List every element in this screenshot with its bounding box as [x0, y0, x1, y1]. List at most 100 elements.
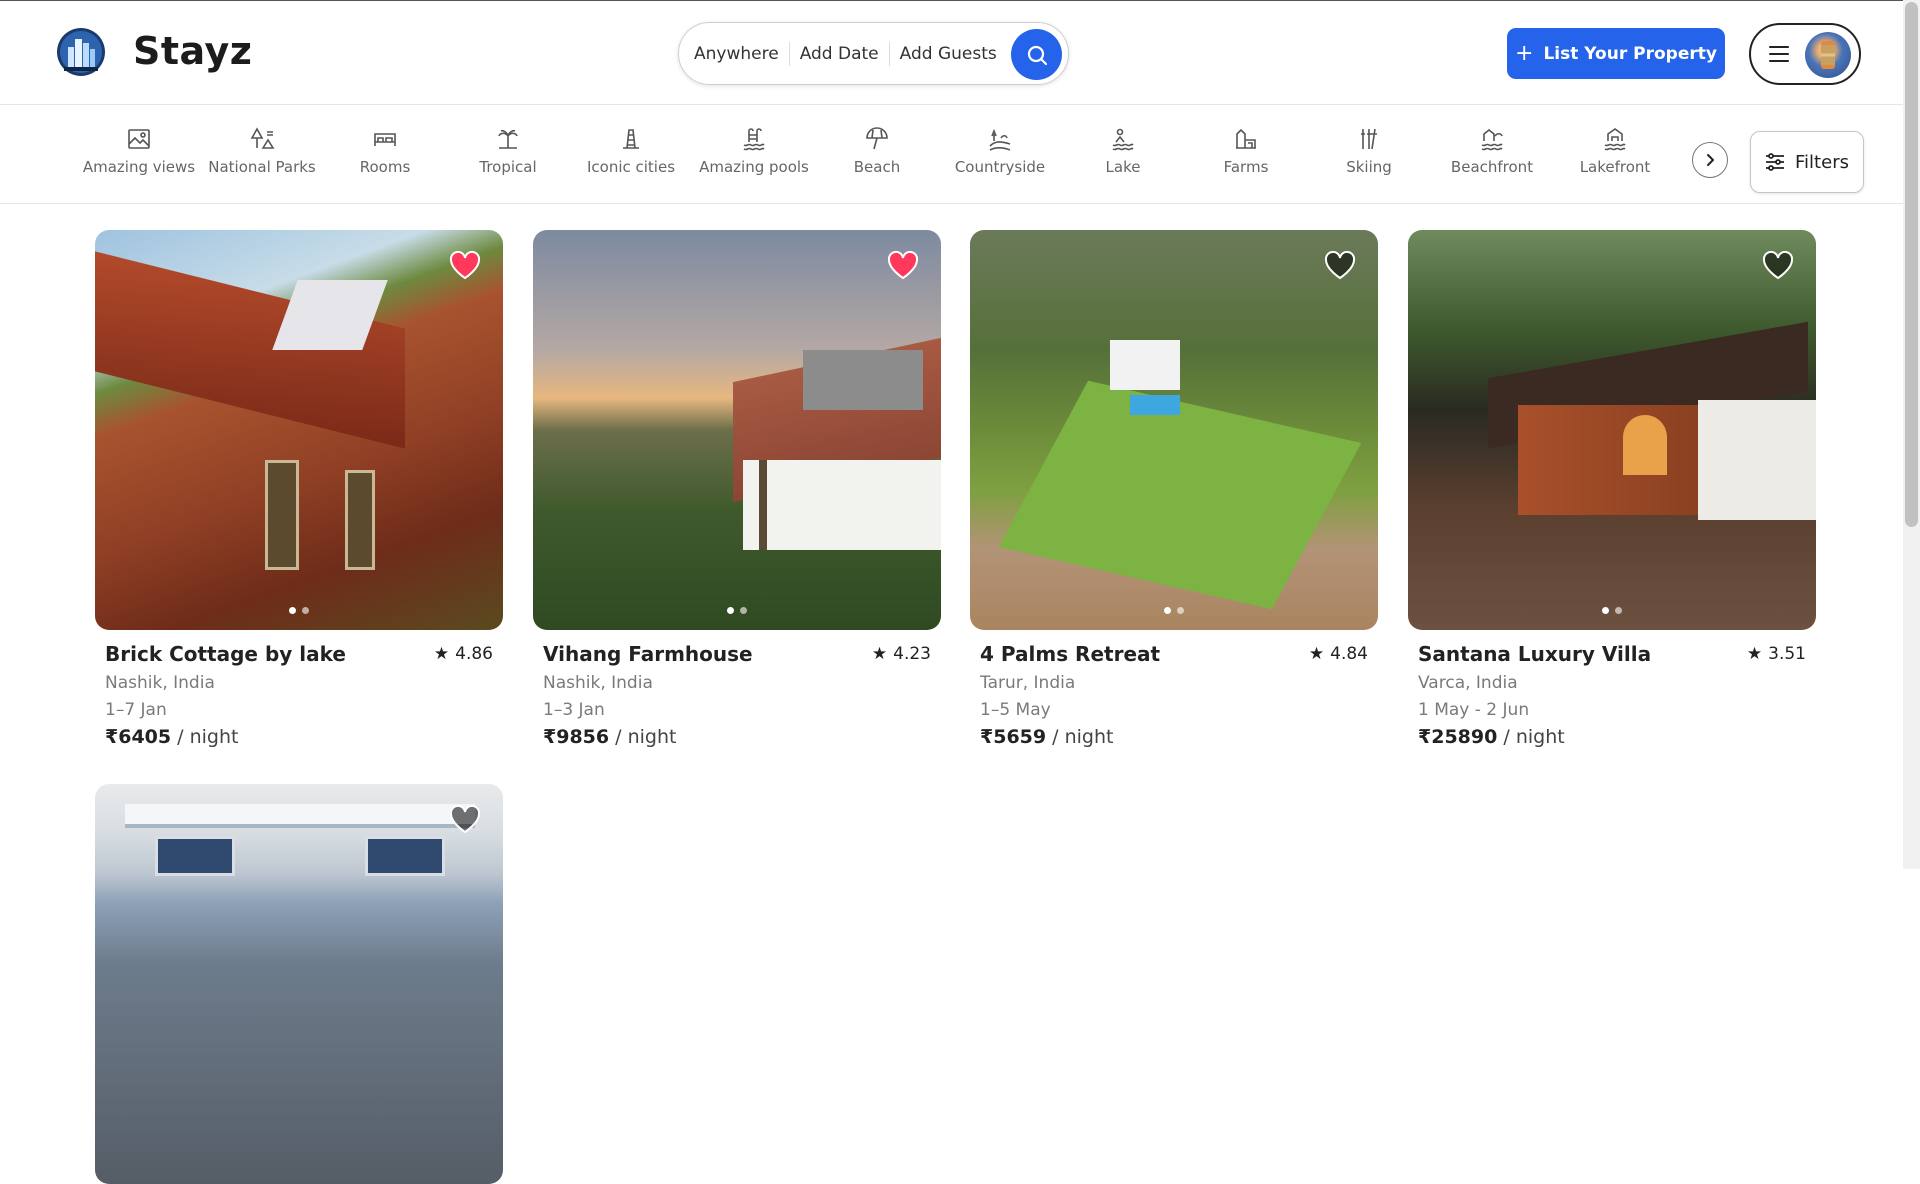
listing-photo[interactable]: [1408, 230, 1816, 630]
category-label: Beachfront: [1450, 158, 1534, 176]
beachfront-icon: [1481, 128, 1503, 151]
pool-shape: [1130, 395, 1180, 415]
category-label: Beach: [853, 158, 901, 176]
lakefront-icon: [1604, 128, 1626, 151]
listing-rating: ★ 4.23: [871, 644, 931, 664]
category-countryside[interactable]: Countryside: [938, 126, 1062, 176]
listing-photo[interactable]: [95, 784, 503, 1184]
plus-icon: +: [1515, 41, 1534, 66]
listing-dates: 1 May - 2 Jun: [1418, 700, 1530, 720]
category-rooms[interactable]: Rooms: [323, 126, 447, 176]
heart-icon[interactable]: [449, 250, 481, 280]
category-amazing-pools[interactable]: Amazing pools: [692, 126, 816, 176]
category-label: National Parks: [208, 158, 316, 176]
farms-icon: [1236, 128, 1256, 149]
stayz-logo-icon[interactable]: [56, 27, 106, 77]
category-iconic-cities[interactable]: Iconic cities: [569, 126, 693, 176]
star-icon: ★: [433, 644, 450, 664]
heart-icon[interactable]: [887, 250, 919, 280]
window-shape: [265, 460, 299, 570]
skiing-icon: [1361, 128, 1377, 150]
star-icon: ★: [1746, 644, 1763, 664]
profile-menu-button[interactable]: [1749, 23, 1861, 85]
top-header: Stayz Anywhere Add Date Add Guests + Lis…: [0, 1, 1903, 105]
lake-icon: [1112, 128, 1134, 151]
category-label: Countryside: [954, 158, 1046, 176]
listing-card[interactable]: 4 Palms Retreat ★ 4.84 Tarur, India 1–5 M…: [970, 230, 1378, 748]
category-skiing[interactable]: Skiing: [1307, 126, 1431, 176]
filters-button[interactable]: Filters: [1750, 131, 1864, 193]
white-wall-shape: [1698, 400, 1816, 520]
heart-icon[interactable]: [1324, 250, 1356, 280]
roof-shape: [125, 804, 475, 828]
listing-card[interactable]: Santana Luxury Villa ★ 3.51 Varca, India …: [1408, 230, 1816, 748]
category-lake[interactable]: Lake: [1061, 126, 1185, 176]
listing-card[interactable]: Vihang Farmhouse ★ 4.23 Nashik, India 1–3…: [533, 230, 941, 748]
window-shape: [365, 836, 445, 876]
listing-price: ₹6405 / night: [105, 726, 239, 748]
listing-location: Varca, India: [1418, 673, 1518, 693]
listing-price: ₹25890 / night: [1418, 726, 1565, 748]
hourglass-icon: [1821, 41, 1835, 69]
category-label: Skiing: [1346, 158, 1392, 176]
category-label: Farms: [1223, 158, 1269, 176]
building-shape: [803, 350, 923, 410]
category-beach[interactable]: Beach: [815, 126, 939, 176]
category-lakefront[interactable]: Lakefront: [1553, 126, 1677, 176]
listing-photo[interactable]: [533, 230, 941, 630]
search-guests[interactable]: Add Guests: [890, 42, 1007, 66]
listing-rating: ★ 4.86: [433, 644, 493, 664]
category-bar: Amazing views National Parks Rooms Tropi…: [0, 106, 1903, 204]
listing-price: ₹5659 / night: [980, 726, 1114, 748]
listing-photo[interactable]: [95, 230, 503, 630]
rooms-icon: [374, 133, 396, 146]
category-label: Rooms: [359, 158, 411, 176]
category-amazing-views[interactable]: Amazing views: [77, 126, 201, 176]
category-scroll-next-button[interactable]: [1692, 142, 1728, 178]
listing-photo[interactable]: [970, 230, 1378, 630]
search-bar[interactable]: Anywhere Add Date Add Guests: [678, 22, 1069, 85]
scrollbar-thumb[interactable]: [1905, 2, 1918, 527]
amazing-views-icon: [128, 129, 150, 149]
heart-icon[interactable]: [449, 804, 481, 834]
tropical-icon: [498, 129, 518, 149]
listing-location: Tarur, India: [980, 673, 1076, 693]
photo-pagination-dots: [970, 607, 1378, 614]
photo-pagination-dots: [95, 607, 503, 614]
category-label: Amazing pools: [699, 158, 809, 176]
listing-dates: 1–5 May: [980, 700, 1051, 720]
list-property-button[interactable]: + List Your Property: [1507, 28, 1725, 79]
star-icon: ★: [1308, 644, 1325, 664]
category-tropical[interactable]: Tropical: [446, 126, 570, 176]
category-label: Lakefront: [1579, 158, 1651, 176]
hamburger-menu-icon: [1769, 46, 1789, 62]
category-label: Iconic cities: [586, 158, 676, 176]
sliders-icon: [1766, 153, 1785, 171]
listing-card[interactable]: [95, 784, 503, 1184]
category-label: Tropical: [479, 158, 537, 176]
search-date[interactable]: Add Date: [790, 41, 890, 66]
veranda-shape: [743, 460, 941, 550]
brand-name[interactable]: Stayz: [133, 29, 252, 73]
heart-icon[interactable]: [1762, 250, 1794, 280]
listing-price: ₹9856 / night: [543, 726, 677, 748]
beach-icon: [866, 127, 888, 150]
search-button[interactable]: [1011, 29, 1062, 80]
category-farms[interactable]: Farms: [1184, 126, 1308, 176]
category-beachfront[interactable]: Beachfront: [1430, 126, 1554, 176]
listing-dates: 1–7 Jan: [105, 700, 167, 720]
national-parks-icon: [250, 127, 275, 149]
listing-rating: ★ 3.51: [1746, 644, 1806, 664]
star-icon: ★: [871, 644, 888, 664]
countryside-icon: [989, 128, 1011, 151]
window-shape: [345, 470, 375, 570]
amazing-pools-icon: [743, 128, 765, 151]
list-property-label: List Your Property: [1543, 43, 1717, 64]
listing-location: Nashik, India: [105, 673, 215, 693]
page-scrollbar[interactable]: [1903, 0, 1920, 869]
listing-dates: 1–3 Jan: [543, 700, 605, 720]
search-where[interactable]: Anywhere: [694, 41, 790, 66]
category-national-parks[interactable]: National Parks: [200, 126, 324, 176]
window-shape: [155, 836, 235, 876]
listing-card[interactable]: Brick Cottage by lake ★ 4.86 Nashik, Indi…: [95, 230, 503, 748]
